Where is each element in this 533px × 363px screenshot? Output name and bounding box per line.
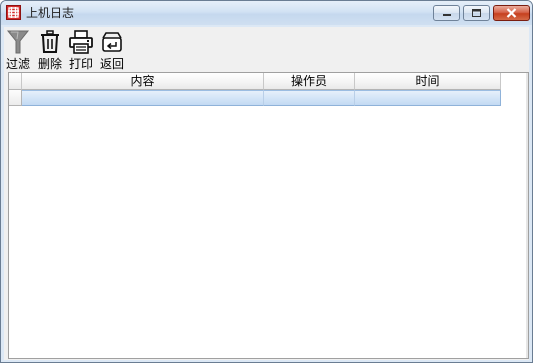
minimize-icon (443, 14, 451, 16)
maximize-icon (472, 9, 481, 17)
filter-icon (4, 29, 32, 55)
window-content: 过滤 删除 打印 返回 内容 操作员 时间 (4, 27, 529, 360)
grid-right-edge (526, 73, 528, 358)
minimize-button[interactable] (433, 5, 460, 21)
log-grid[interactable]: 内容 操作员 时间 (8, 72, 529, 359)
trash-icon (35, 29, 65, 55)
cell-content[interactable] (22, 90, 264, 106)
delete-button[interactable]: 删除 (35, 29, 65, 71)
table-row[interactable] (9, 90, 501, 106)
printer-icon (67, 29, 95, 55)
close-button[interactable] (493, 5, 530, 21)
close-icon (506, 8, 517, 18)
grid-header: 内容 操作员 时间 (9, 73, 501, 90)
filter-button[interactable]: 过滤 (4, 29, 32, 71)
column-header-time[interactable]: 时间 (355, 73, 501, 90)
return-button[interactable]: 返回 (98, 29, 126, 71)
cell-operator[interactable] (264, 90, 355, 106)
return-icon (98, 29, 126, 55)
print-button[interactable]: 打印 (67, 29, 95, 71)
delete-label: 删除 (37, 57, 62, 71)
row-indicator[interactable] (9, 90, 22, 106)
return-label: 返回 (99, 57, 124, 71)
filter-label: 过滤 (5, 57, 30, 71)
window-title: 上机日志 (26, 6, 75, 20)
column-header-operator[interactable]: 操作员 (264, 73, 355, 90)
log-window: 上机日志 过滤 删除 打印 返回 内容 操作员 时间 (0, 0, 533, 363)
app-icon[interactable] (6, 5, 21, 20)
cell-time[interactable] (355, 90, 501, 106)
maximize-button[interactable] (463, 5, 490, 21)
column-header-content[interactable]: 内容 (22, 73, 264, 90)
title-bar[interactable]: 上机日志 (1, 1, 532, 25)
row-indicator-header (9, 73, 22, 90)
print-label: 打印 (68, 57, 93, 71)
